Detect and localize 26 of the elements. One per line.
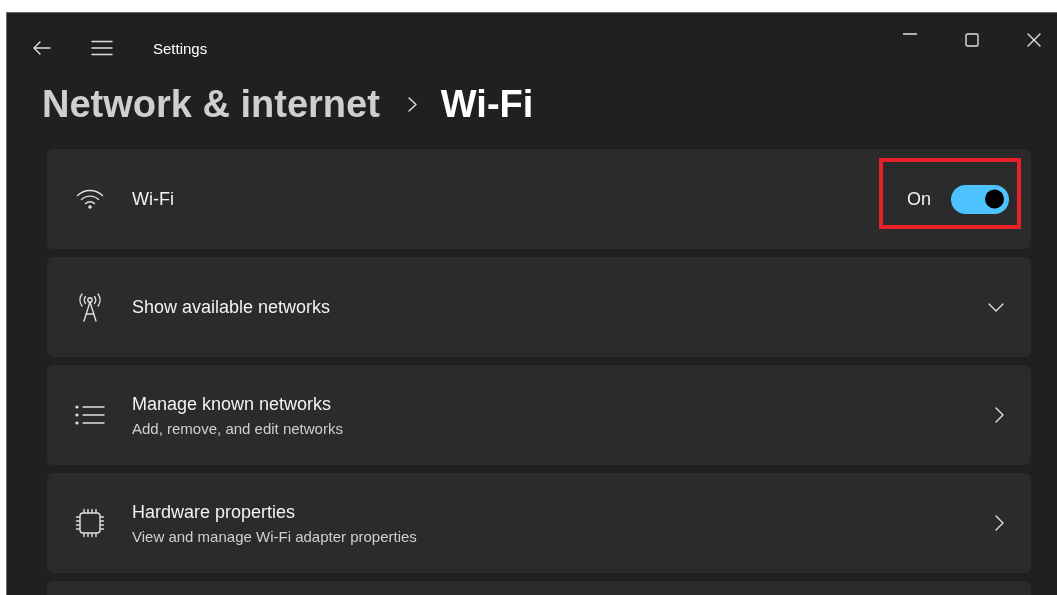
setting-description: View and manage Wi-Fi adapter properties (132, 527, 417, 545)
setting-card[interactable]: Show available networks (47, 257, 1031, 357)
chevron-right-icon (995, 515, 1004, 531)
antenna-tower-icon (77, 292, 102, 322)
chevron-right-icon (407, 96, 417, 112)
setting-card[interactable]: Hardware properties View and manage Wi-Fi adapter properties (47, 473, 1031, 573)
setting-title: Hardware properties (132, 501, 297, 523)
setting-card[interactable]: Wi-Fi On (47, 149, 1031, 249)
setting-card[interactable]: Manage known networks Add, remove, and edit networks (47, 365, 1031, 465)
window-title: Settings (153, 39, 208, 57)
maximize-icon[interactable] (965, 33, 979, 47)
wifi-icon (75, 189, 104, 209)
setting-title: Show available networks (132, 296, 331, 318)
close-icon[interactable] (1027, 33, 1041, 47)
breadcrumb-parent[interactable]: Network & internet (42, 82, 380, 126)
list-icon (74, 405, 105, 425)
toggle-switch[interactable] (951, 184, 1009, 214)
back-arrow-icon[interactable] (33, 41, 51, 55)
chevron-right-icon (995, 407, 1004, 423)
toggle-state-label: On (907, 188, 931, 210)
page-title: Wi-Fi (440, 82, 534, 126)
menu-icon[interactable] (91, 40, 113, 56)
chip-icon (74, 508, 105, 538)
setting-description: Add, remove, and edit networks (132, 419, 343, 437)
setting-title: Wi-Fi (132, 188, 174, 210)
setting-title: Manage known networks (132, 393, 333, 415)
